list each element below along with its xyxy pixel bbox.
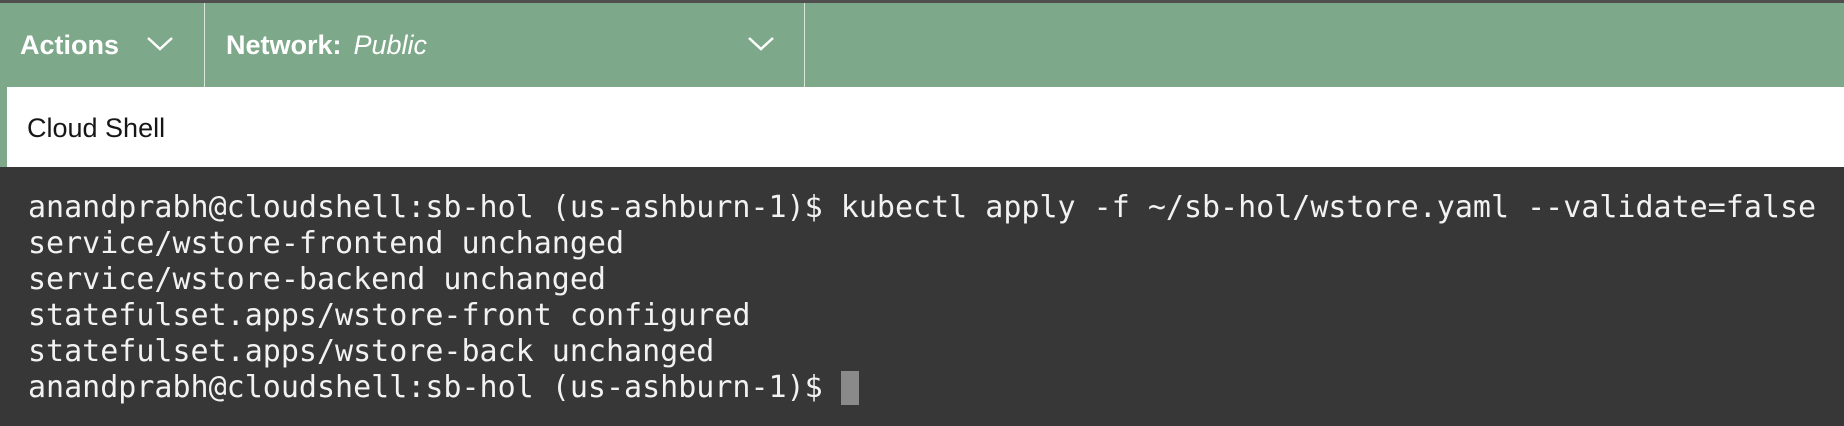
actions-dropdown-button[interactable]: Actions — [20, 3, 175, 87]
chevron-down-icon — [147, 37, 173, 51]
terminal-line: statefulset.apps/wstore-front configured — [28, 298, 751, 333]
terminal-line: service/wstore-frontend unchanged — [28, 226, 625, 261]
network-label: Network: — [226, 29, 342, 60]
terminal-output[interactable]: anandprabh@cloudshell:sb-hol (us-ashburn… — [0, 167, 1844, 426]
terminal-line: statefulset.apps/wstore-back unchanged — [28, 334, 715, 369]
terminal-line: service/wstore-backend unchanged — [28, 262, 606, 297]
toolbar-divider — [804, 3, 805, 87]
network-dropdown-button[interactable]: Network: Public — [226, 3, 806, 87]
toolbar: Actions Network: Public — [0, 3, 1844, 87]
terminal-line: anandprabh@cloudshell:sb-hol (us-ashburn… — [28, 190, 1817, 225]
chevron-down-icon — [748, 37, 774, 51]
toolbar-divider — [204, 3, 205, 87]
terminal-prompt: anandprabh@cloudshell:sb-hol (us-ashburn… — [28, 370, 823, 405]
terminal-cursor — [840, 371, 859, 405]
cloud-shell-window: Actions Network: Public Cloud Shell anan… — [0, 0, 1844, 426]
panel-header: Cloud Shell — [7, 87, 1844, 167]
panel-title: Cloud Shell — [27, 113, 166, 143]
network-value: Public — [353, 29, 428, 60]
left-strip — [0, 87, 7, 167]
terminal-prompt-line[interactable]: anandprabh@cloudshell:sb-hol (us-ashburn… — [28, 370, 1844, 406]
actions-label: Actions — [20, 29, 120, 60]
